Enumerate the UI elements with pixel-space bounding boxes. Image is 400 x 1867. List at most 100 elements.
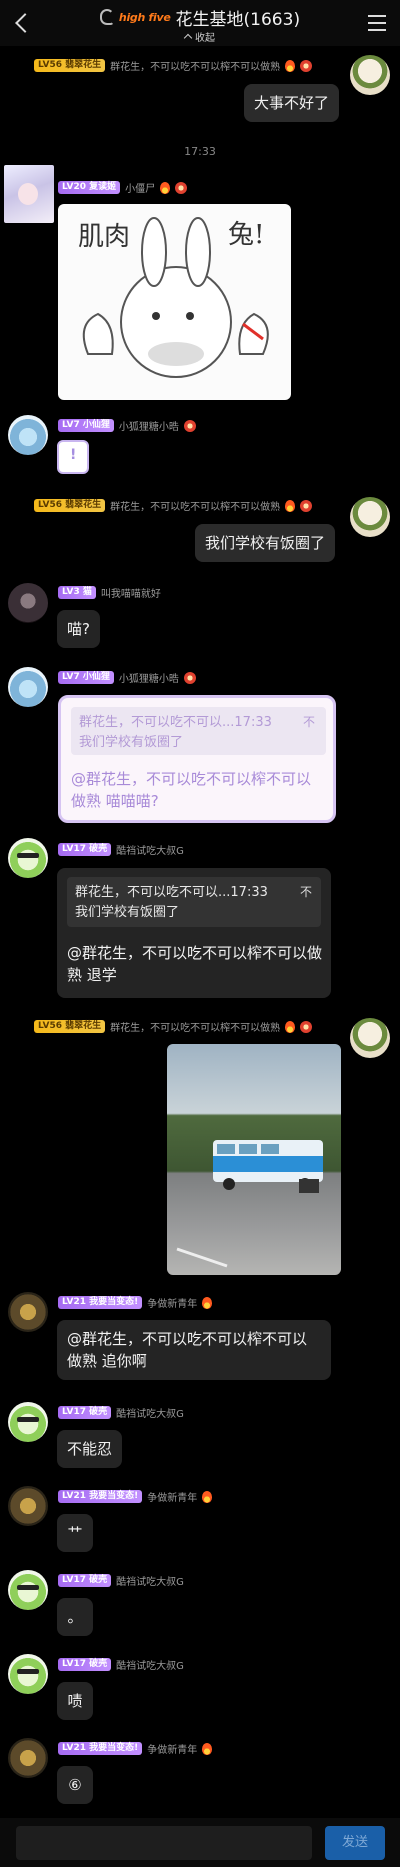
level-badge: LV17 破壳 — [58, 843, 112, 856]
medal-icon — [183, 671, 196, 684]
avatar[interactable] — [8, 1654, 48, 1694]
quoted-message[interactable]: 群花生，不可以吃不可以...17:33 我们学校有饭圈了 — [71, 707, 326, 755]
message-input[interactable] — [16, 1826, 312, 1860]
avatar[interactable] — [350, 497, 390, 537]
quote-text: 我们学校有饭圈了 — [79, 735, 184, 750]
fire-icon — [285, 1020, 296, 1033]
level-badge: LV20 复读姬 — [58, 181, 121, 194]
message-meta: LV7 小仙狸 小狐狸糖小晧 — [58, 418, 196, 433]
avatar[interactable] — [350, 55, 390, 95]
avatar[interactable] — [8, 1402, 48, 1442]
chat-title-area[interactable]: high five 花生基地(1663) 收起 — [70, 6, 330, 44]
collapse-label: 收起 — [195, 33, 215, 44]
message-meta: LV17 破壳 酷裆试吃大叔G — [58, 842, 184, 857]
fire-icon — [285, 499, 296, 512]
level-badge: LV56 翡翠花生 — [34, 499, 106, 512]
fire-icon — [202, 1490, 213, 1503]
sender-name: 酷裆试吃大叔G — [116, 1409, 184, 1420]
message-text: @群花生，不可以吃不可以榨不可以做熟 喵喵喵? — [71, 770, 312, 810]
message-bubble[interactable]: ⑥ — [57, 1766, 93, 1804]
medal-icon — [300, 1020, 313, 1033]
reply-bubble[interactable]: 群花生，不可以吃不可以...17:33 我们学校有饭圈了 不 @群花生，不可以吃… — [58, 695, 336, 823]
brand-logo: high five — [118, 10, 171, 24]
avatar[interactable] — [8, 583, 48, 623]
collapse-toggle[interactable]: 收起 — [70, 29, 330, 44]
fire-icon — [160, 181, 171, 194]
message-bubble[interactable]: 艹 — [57, 1514, 93, 1552]
sender-name: 群花生，不可以吃不可以榨不可以做熟 — [110, 62, 281, 73]
sender-name: 争做新青年 — [147, 1745, 198, 1756]
sender-name: 小僵尸 — [125, 184, 156, 195]
chevron-up-icon — [183, 33, 193, 43]
message-bubble[interactable]: @群花生，不可以吃不可以榨不可以做熟 追你啊 — [57, 1320, 331, 1380]
medal-icon — [300, 499, 313, 512]
level-badge: LV17 破壳 — [58, 1658, 112, 1671]
fire-icon — [202, 1296, 213, 1309]
sticker-caption: 肌肉 — [78, 222, 131, 252]
back-button[interactable] — [12, 10, 36, 36]
avatar[interactable] — [8, 1738, 48, 1778]
message-text: @群花生，不可以吃不可以榨不可以做熟 退学 — [67, 944, 323, 984]
message-meta: LV20 复读姬 小僵尸 — [58, 180, 188, 195]
medal-icon — [300, 59, 313, 72]
time-separator: 17:33 — [184, 145, 216, 158]
group-title: 花生基地(1663) — [175, 9, 301, 30]
sender-name: 群花生，不可以吃不可以榨不可以做熟 — [110, 502, 281, 513]
sender-name: 争做新青年 — [147, 1493, 198, 1504]
medal-icon — [183, 419, 196, 432]
message-bubble[interactable]: 啧 — [57, 1682, 93, 1720]
cat-sticker[interactable] — [57, 440, 89, 474]
sender-name: 酷裆试吃大叔G — [116, 1661, 184, 1672]
message-bubble[interactable]: 。 — [57, 1598, 93, 1636]
quote-text: 我们学校有饭圈了 — [75, 905, 180, 920]
level-badge: LV17 破壳 — [58, 1406, 112, 1419]
message-meta: LV7 小仙狸 小狐狸糖小晧 — [58, 670, 196, 685]
level-badge: LV21 我要当变态! — [58, 1742, 143, 1755]
chat-header: high five 花生基地(1663) 收起 — [0, 0, 400, 46]
level-badge: LV56 翡翠花生 — [34, 1020, 106, 1033]
sender-name: 群花生，不可以吃不可以榨不可以做熟 — [110, 1023, 281, 1034]
avatar[interactable] — [8, 838, 48, 878]
message-meta: LV3 猫 叫我喵喵就好 — [58, 585, 161, 600]
avatar[interactable] — [8, 667, 48, 707]
sender-name: 争做新青年 — [147, 1299, 198, 1310]
avatar[interactable] — [8, 1570, 48, 1610]
message-bubble[interactable]: 不能忍 — [57, 1430, 123, 1468]
sender-name: 小狐狸糖小晧 — [118, 422, 179, 433]
menu-icon[interactable] — [368, 15, 386, 31]
sender-name: 小狐狸糖小晧 — [118, 674, 179, 685]
avatar[interactable] — [8, 1486, 48, 1526]
avatar[interactable] — [8, 415, 48, 455]
level-badge: LV17 破壳 — [58, 1574, 112, 1587]
message-meta: LV21 我要当变态! 争做新青年 — [58, 1489, 213, 1504]
sticker-caption: 兔! — [228, 220, 265, 250]
message-bubble[interactable]: 我们学校有饭圈了 — [195, 524, 336, 562]
message-bubble[interactable]: 喵? — [57, 610, 100, 648]
input-bar: 发送 — [0, 1818, 400, 1867]
sender-name: 酷裆试吃大叔G — [116, 846, 184, 857]
message-bubble[interactable]: 大事不好了 — [244, 84, 340, 122]
street-photo[interactable] — [167, 1044, 341, 1275]
fire-icon — [202, 1742, 213, 1755]
avatar[interactable] — [350, 1018, 390, 1058]
message-meta: LV21 我要当变态! 争做新青年 — [58, 1741, 213, 1756]
message-meta: LV21 我要当变态! 争做新青年 — [58, 1295, 213, 1310]
quoted-message[interactable]: 群花生，不可以吃不可以...17:33 我们学校有饭圈了 — [67, 877, 321, 927]
reply-bubble[interactable]: 群花生，不可以吃不可以...17:33 我们学校有饭圈了 不 @群花生，不可以吃… — [57, 868, 331, 998]
send-button[interactable]: 发送 — [325, 1826, 385, 1860]
quote-close[interactable]: 不 — [300, 883, 312, 900]
quote-header: 群花生，不可以吃不可以...17:33 — [79, 715, 272, 730]
level-badge: LV7 小仙狸 — [58, 671, 114, 684]
rabbit-sticker[interactable]: 肌肉 兔! — [58, 204, 291, 400]
quote-close[interactable]: 不 — [303, 713, 315, 730]
avatar[interactable] — [8, 1292, 48, 1332]
ear-icon — [99, 9, 114, 25]
avatar[interactable] — [4, 165, 54, 223]
medal-icon — [175, 181, 188, 194]
sender-name: 酷裆试吃大叔G — [116, 1577, 184, 1588]
quote-header: 群花生，不可以吃不可以...17:33 — [75, 885, 268, 900]
level-badge: LV56 翡翠花生 — [34, 59, 106, 72]
level-badge: LV7 小仙狸 — [58, 419, 114, 432]
message-meta: LV56 翡翠花生 群花生，不可以吃不可以榨不可以做熟 — [34, 498, 313, 513]
message-meta: LV17 破壳 酷裆试吃大叔G — [58, 1657, 184, 1672]
